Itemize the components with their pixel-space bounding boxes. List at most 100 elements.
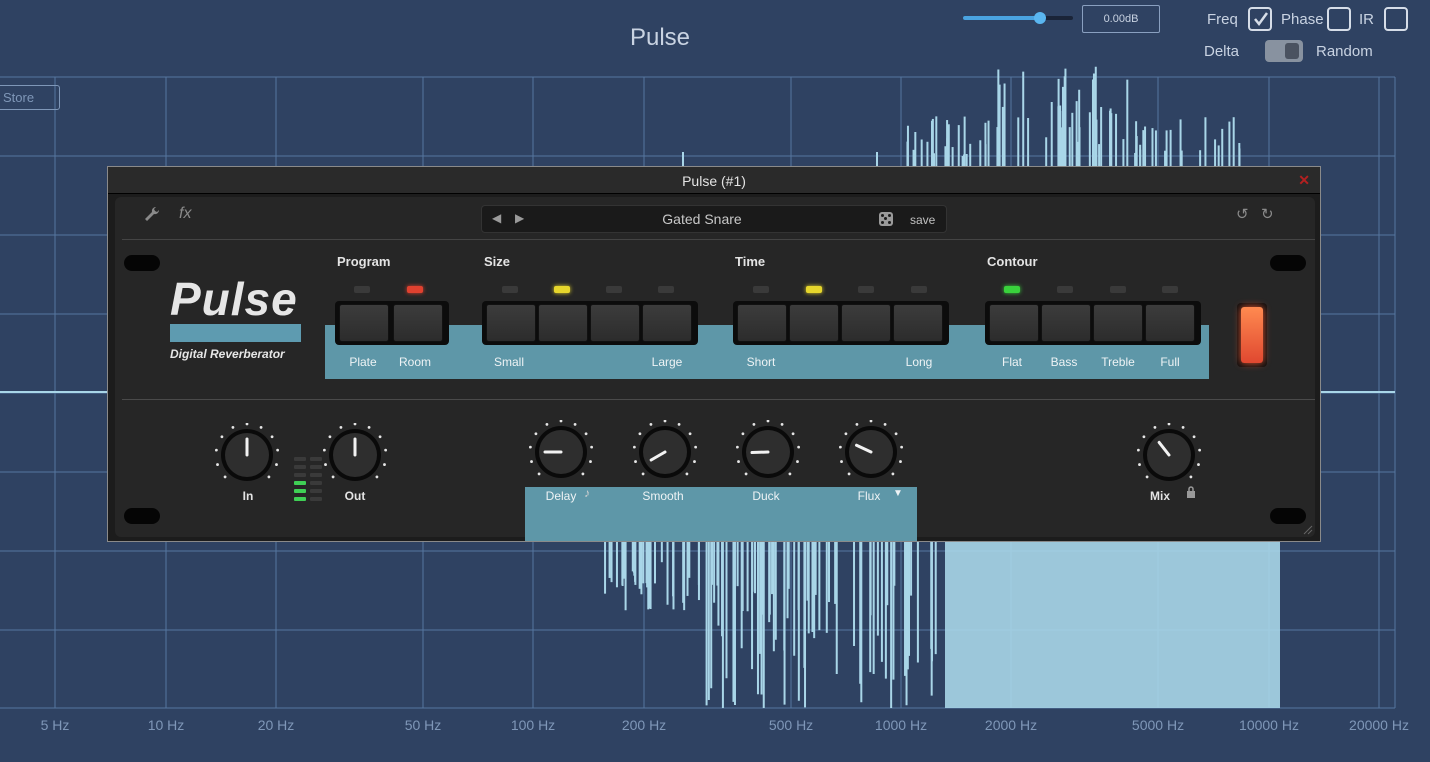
freq-checkbox[interactable] [1248,7,1272,31]
out-label: Out [344,489,366,503]
note-icon[interactable]: ♪ [584,486,590,500]
delta-random-toggle[interactable] [1265,40,1303,62]
contour-buttons [985,301,1201,345]
frequency-tick-label: 200 Hz [621,717,667,733]
resize-grip-icon[interactable] [1303,525,1313,535]
time-label-long: Long [905,355,933,369]
plugin-panel: fx ◀ ▶ Gated Snare save ↺ ↻ Pulse Digita… [115,197,1315,541]
time-label-short: Short [746,355,776,369]
contour-button-bass[interactable] [1041,304,1091,342]
phase-checkbox[interactable] [1327,7,1351,31]
check-icon [1254,12,1269,27]
time-button-3[interactable] [841,304,891,342]
section-divider [122,399,1315,400]
contour-button-treble[interactable] [1093,304,1143,342]
in-knob[interactable] [215,423,279,487]
contour-led-full [1162,286,1178,293]
time-button-1[interactable] [737,304,787,342]
contour-button-full[interactable] [1145,304,1195,342]
program-label-plate: Plate [349,355,377,369]
size-button-3[interactable] [590,304,640,342]
contour-label-flat: Flat [1001,355,1023,369]
out-knob[interactable] [323,423,387,487]
gain-slider-thumb[interactable] [1034,12,1046,24]
close-icon[interactable]: ✕ [1298,172,1310,189]
gain-slider[interactable] [963,12,1073,24]
program-led-plate [354,286,370,293]
preset-selector[interactable]: ◀ ▶ Gated Snare save [481,205,947,233]
contour-led-flat [1004,286,1020,293]
duck-knob[interactable] [736,420,800,484]
ir-label: IR [1359,11,1374,28]
mount-hole [1270,508,1306,524]
size-led-1 [502,286,518,293]
program-buttons [335,301,449,345]
frequency-tick-label: 10 Hz [147,717,185,733]
triangle-left-icon[interactable]: ◀ [492,211,501,225]
logo-title: Pulse [170,273,298,325]
contour-title: Contour [987,254,1038,269]
time-buttons [733,301,949,345]
mount-hole [124,255,160,271]
undo-icon[interactable]: ↺ [1236,205,1249,223]
store-button[interactable]: Store [0,85,60,110]
smooth-label: Smooth [642,489,684,503]
dropdown-arrow-icon[interactable]: ▼ [893,488,903,499]
smooth-knob[interactable] [633,420,697,484]
delay-knob[interactable] [529,420,593,484]
size-button-2[interactable] [538,304,588,342]
size-button-4[interactable] [642,304,692,342]
program-label-room: Room [398,355,432,369]
frequency-tick-label: 50 Hz [404,717,442,733]
contour-label-bass: Bass [1050,355,1078,369]
flux-knob[interactable] [839,420,903,484]
dice-icon[interactable] [879,212,893,226]
fx-button[interactable]: fx [179,205,191,223]
random-label: Random [1316,43,1373,60]
flux-label: Flux [857,489,881,503]
level-meter [294,457,324,505]
wrench-icon[interactable] [143,205,161,228]
frequency-tick-label: 5000 Hz [1131,717,1185,733]
time-led-4 [911,286,927,293]
power-switch[interactable] [1237,303,1267,367]
ir-checkbox[interactable] [1384,7,1408,31]
logo-subtitle: Digital Reverberator [170,347,285,361]
size-button-1[interactable] [486,304,536,342]
phase-label: Phase [1281,11,1324,28]
lock-icon[interactable] [1185,486,1197,501]
toolbar-divider [122,239,1315,240]
spectrum-block [945,542,1280,708]
frequency-tick-label: 500 Hz [768,717,814,733]
logo-bar [170,324,301,342]
frequency-tick-label: 5 Hz [40,717,70,733]
time-led-3 [858,286,874,293]
contour-led-bass [1057,286,1073,293]
contour-label-full: Full [1160,355,1180,369]
mix-knob[interactable] [1137,423,1201,487]
contour-button-flat[interactable] [989,304,1039,342]
frequency-tick-label: 20 Hz [257,717,295,733]
size-title: Size [484,254,511,269]
gain-slider-fill [963,16,1040,20]
time-button-2[interactable] [789,304,839,342]
triangle-right-icon[interactable]: ▶ [515,211,524,225]
time-title: Time [735,254,766,269]
program-button-plate[interactable] [339,304,389,342]
delta-label: Delta [1204,43,1240,60]
toggle-knob [1285,43,1299,59]
program-button-room[interactable] [393,304,443,342]
mount-hole [124,508,160,524]
gain-value-field[interactable]: 0.00dB [1082,5,1160,33]
redo-icon[interactable]: ↻ [1261,205,1274,223]
frequency-tick-label: 2000 Hz [984,717,1038,733]
in-label: In [242,489,254,503]
size-buttons [482,301,698,345]
delay-label: Delay [545,489,577,503]
save-button[interactable]: save [910,213,935,227]
preset-name[interactable]: Gated Snare [602,211,802,227]
time-button-4[interactable] [893,304,943,342]
window-titlebar[interactable]: Pulse (#1) ✕ [108,167,1320,194]
mix-label: Mix [1149,489,1171,503]
size-label-small: Small [493,355,525,369]
